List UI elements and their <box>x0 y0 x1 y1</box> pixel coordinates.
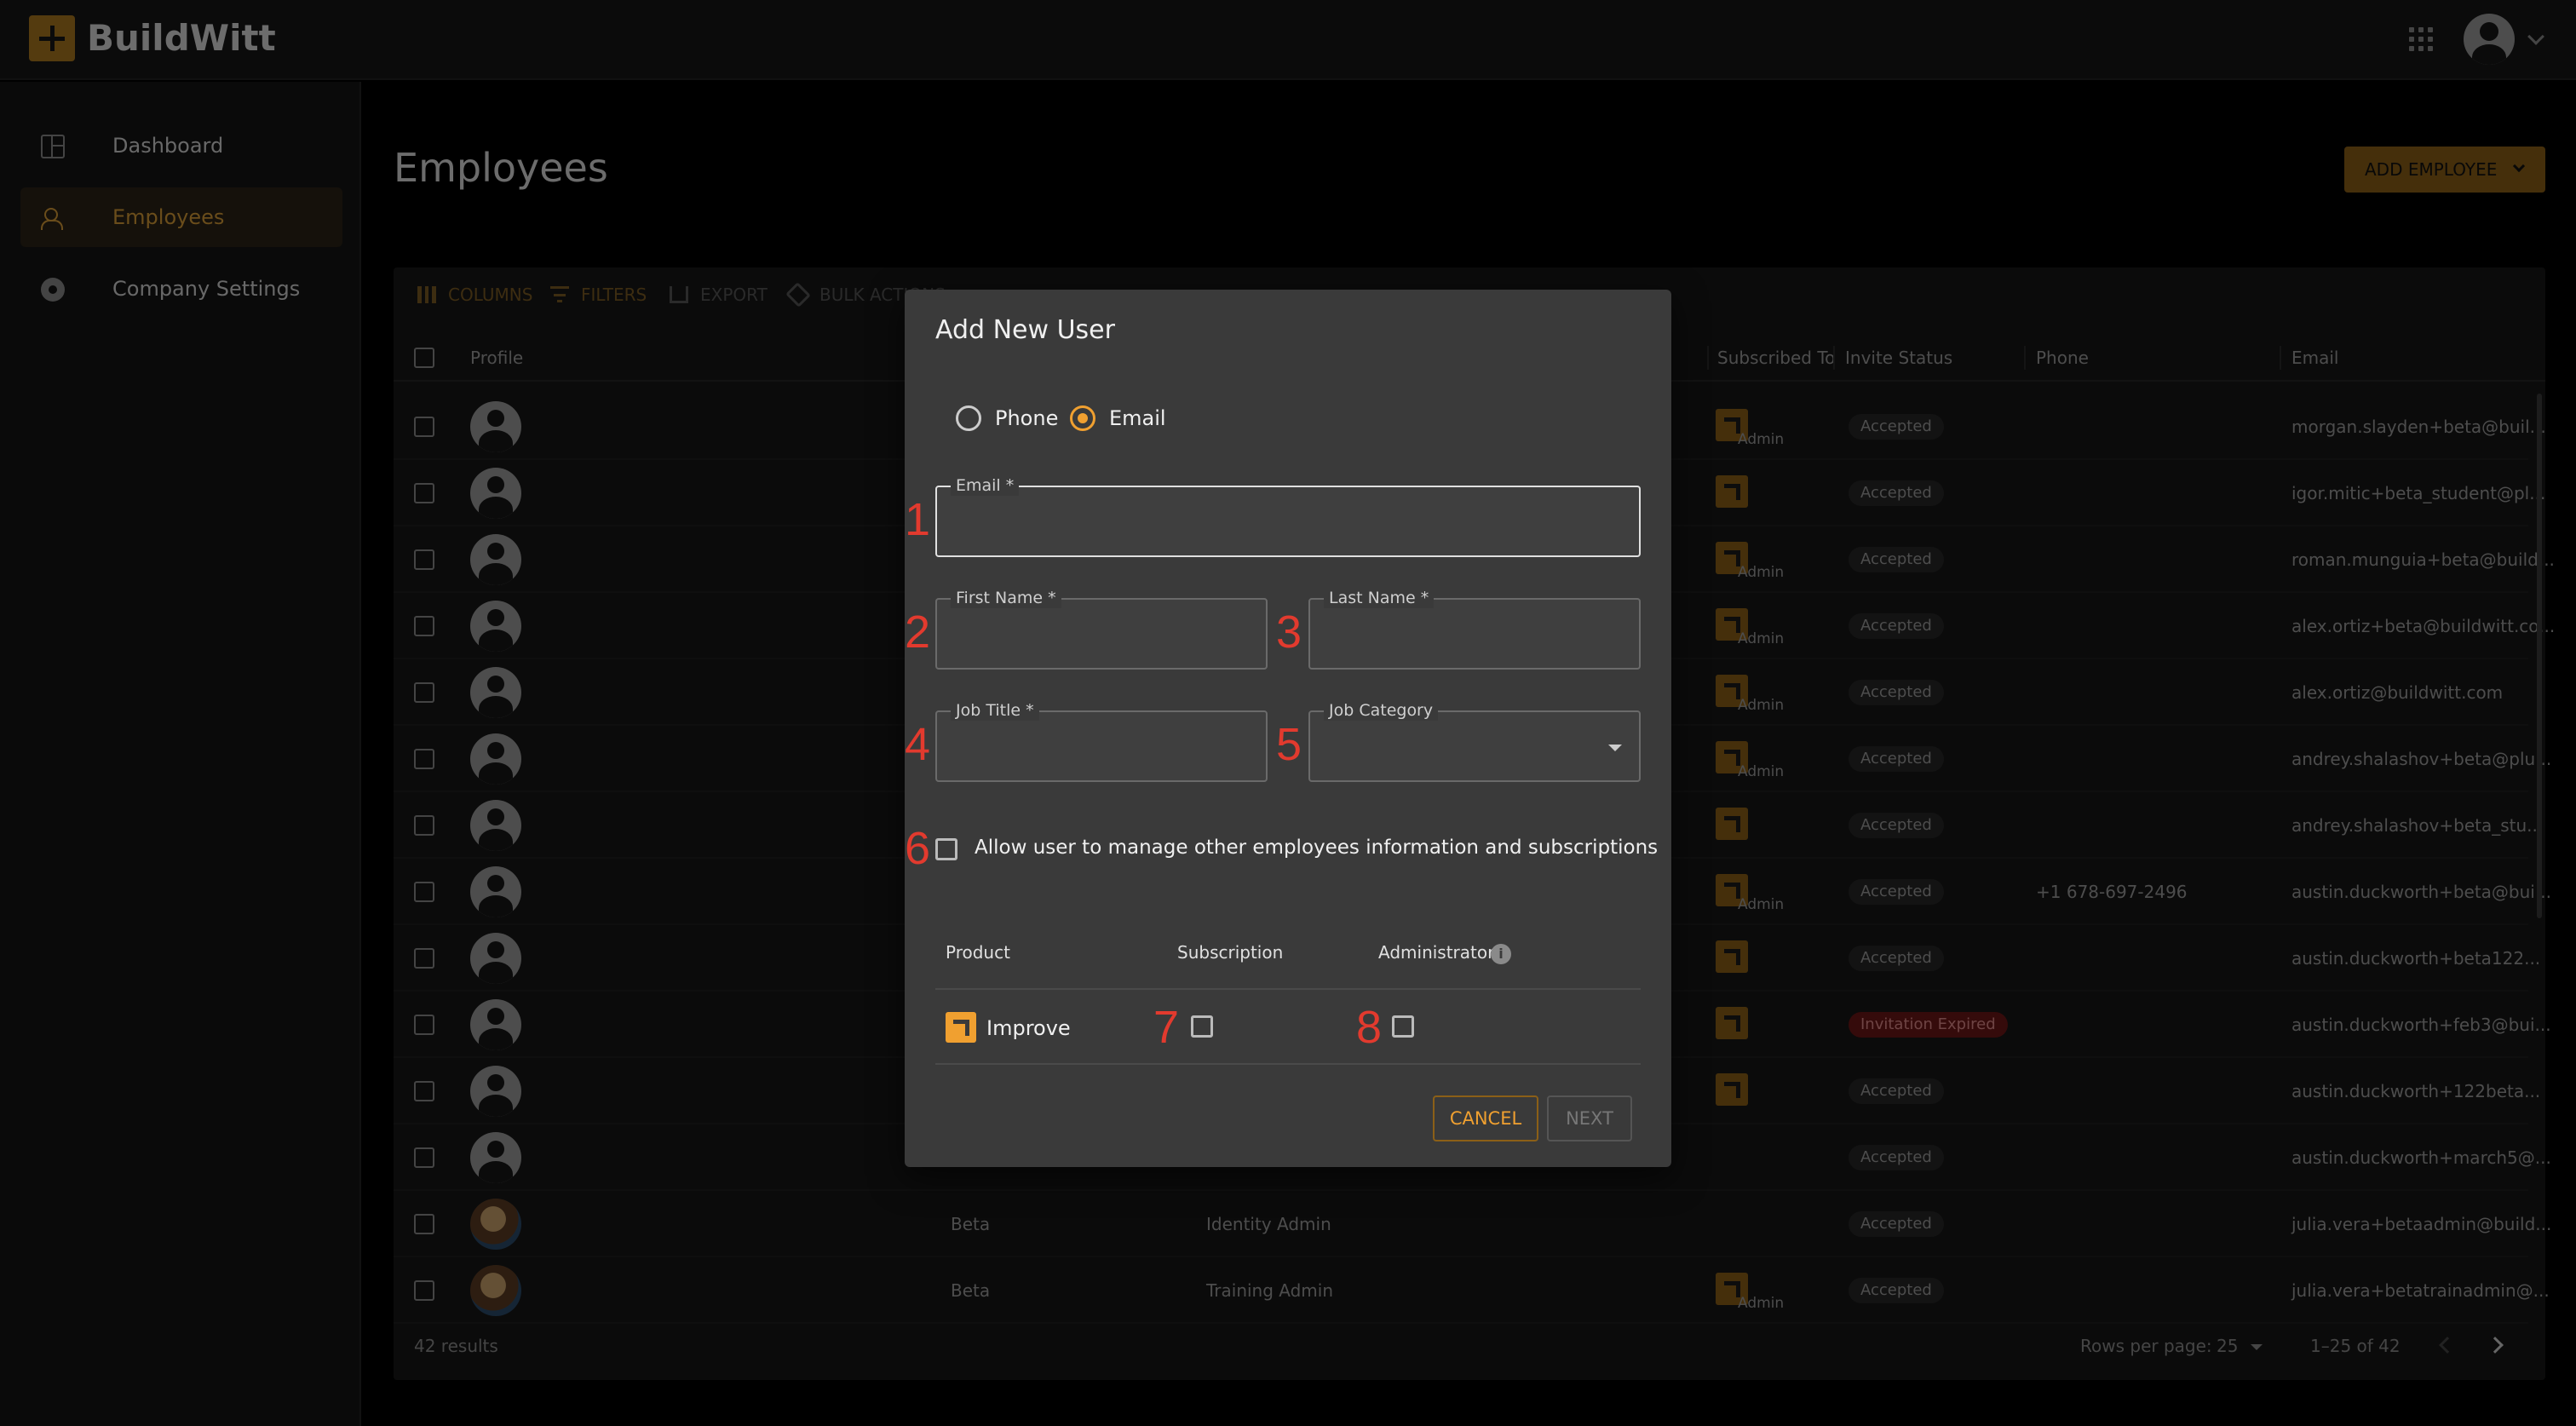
product-column-header: Product <box>946 942 1010 963</box>
subscription-checkbox[interactable] <box>1191 1015 1213 1038</box>
email-radio[interactable] <box>1070 405 1095 431</box>
add-new-user-dialog: Add New User Phone Email 1 Email * 2 Fir… <box>905 290 1671 1167</box>
phone-radio-label[interactable]: Phone <box>995 404 1058 433</box>
marker-number: 2 <box>905 607 931 658</box>
marker-number: 4 <box>905 719 931 770</box>
last-name-field-label: Last Name * <box>1324 588 1435 608</box>
improve-product-icon <box>946 1012 976 1043</box>
info-icon[interactable]: i <box>1491 944 1511 964</box>
product-name: Improve <box>986 1016 1071 1040</box>
email-field[interactable]: Email * <box>935 475 1641 557</box>
dialog-title: Add New User <box>935 315 1115 345</box>
marker-number: 3 <box>1276 607 1302 658</box>
next-button[interactable]: NEXT <box>1547 1095 1632 1141</box>
job-category-select[interactable]: Job Category <box>1308 700 1641 782</box>
job-title-field[interactable]: Job Title * <box>935 700 1268 782</box>
job-title-field-label: Job Title * <box>951 700 1039 721</box>
dropdown-arrow-icon <box>1608 745 1622 751</box>
job-category-field-label: Job Category <box>1324 700 1439 721</box>
marker-number: 5 <box>1276 719 1302 770</box>
last-name-field[interactable]: Last Name * <box>1308 588 1641 670</box>
marker-number: 1 <box>905 494 931 545</box>
marker-number: 7 <box>1153 1002 1180 1053</box>
subscription-column-header: Subscription <box>1177 942 1284 963</box>
email-radio-label[interactable]: Email <box>1109 404 1166 433</box>
first-name-field[interactable]: First Name * <box>935 588 1268 670</box>
marker-number: 8 <box>1356 1002 1383 1053</box>
first-name-field-label: First Name * <box>951 588 1061 608</box>
marker-number: 6 <box>905 823 931 874</box>
cancel-button[interactable]: CANCEL <box>1433 1095 1538 1141</box>
administrator-checkbox[interactable] <box>1392 1015 1414 1038</box>
allow-manage-checkbox[interactable] <box>935 838 957 860</box>
allow-manage-label[interactable]: Allow user to manage other employees inf… <box>975 837 1658 859</box>
phone-radio[interactable] <box>956 405 981 431</box>
email-field-label: Email * <box>951 475 1020 496</box>
divider <box>935 988 1641 990</box>
administrator-column-header: Administrator <box>1378 942 1495 963</box>
divider <box>935 1063 1641 1065</box>
